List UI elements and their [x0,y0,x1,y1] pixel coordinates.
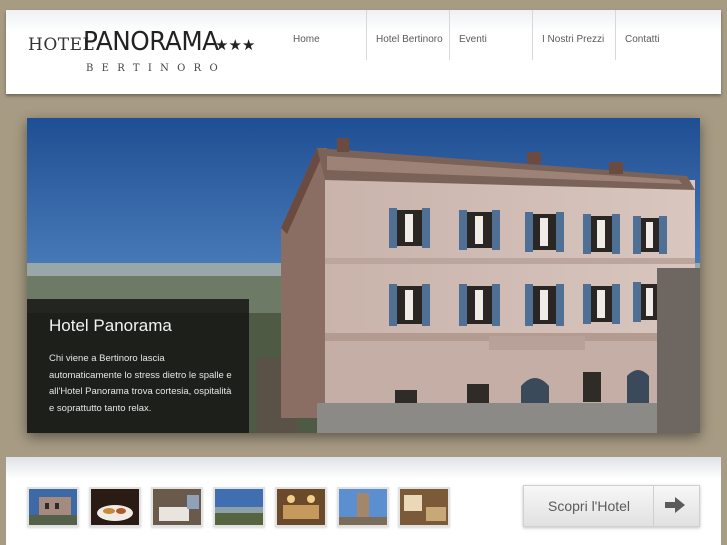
site-header: HOTEL PANORAMA ★★★ BERTINORO Home Hotel … [6,10,721,94]
nav-home[interactable]: Home [285,10,367,60]
hotel-logo[interactable]: HOTEL PANORAMA ★★★ BERTINORO [6,10,286,94]
thumb-hotel-facade[interactable] [27,487,79,527]
hero-caption: Hotel Panorama Chi viene a Bertinoro las… [27,299,249,433]
thumb-room-interior[interactable] [398,487,450,527]
nav-prezzi[interactable]: I Nostri Prezzi [534,10,616,60]
nav-hotel-bertinoro[interactable]: Hotel Bertinoro [368,10,450,60]
scopri-hotel-button[interactable]: Scopri l'Hotel [523,485,700,527]
thumb-breakfast[interactable] [89,487,141,527]
hero-slideshow[interactable]: Hotel Panorama Chi viene a Bertinoro las… [27,118,700,433]
nav-contatti[interactable]: Contatti [617,10,699,60]
arrow-right-icon [665,497,685,513]
button-divider [653,486,654,526]
logo-town: BERTINORO [86,63,226,74]
logo-stars: ★★★ [215,37,256,54]
caption-title: Hotel Panorama [49,316,172,335]
scopri-hotel-label: Scopri l'Hotel [548,498,631,514]
thumbnail-bar: Scopri l'Hotel [6,457,721,545]
thumb-tower[interactable] [337,487,389,527]
logo-name: PANORAMA [83,27,219,57]
thumb-bedroom[interactable] [151,487,203,527]
thumb-dining-room[interactable] [275,487,327,527]
caption-text: Chi viene a Bertinoro lascia automaticam… [49,353,232,414]
nav-eventi[interactable]: Eventi [451,10,533,60]
thumb-panorama-view[interactable] [213,487,265,527]
